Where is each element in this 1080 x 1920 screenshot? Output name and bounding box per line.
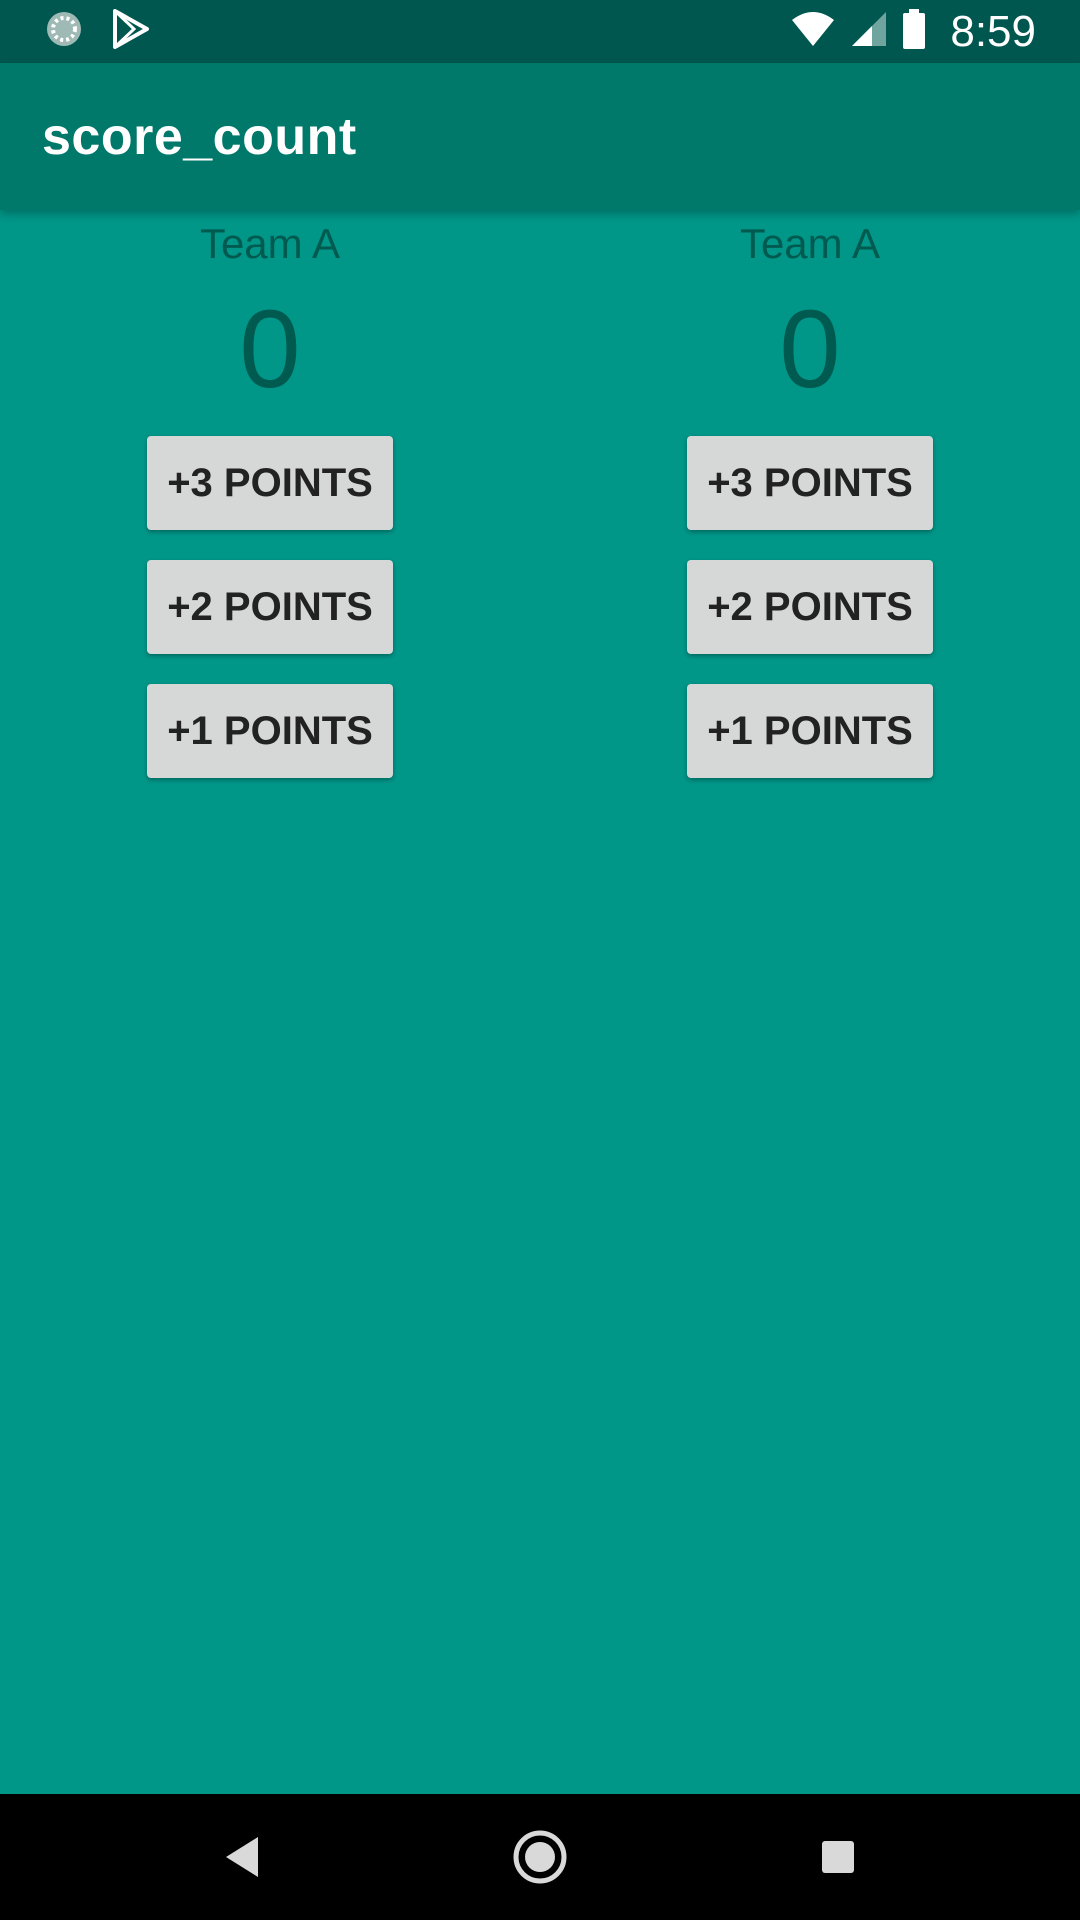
- navigation-bar: [0, 1794, 1080, 1920]
- team-name: Team A: [199, 220, 341, 267]
- score-content: Team A 0 +3 POINTS +2 POINTS +1 POINTS T…: [0, 210, 1080, 1794]
- loading-icon: [44, 9, 84, 54]
- plus-1-points-button[interactable]: +1 POINTS: [147, 684, 393, 778]
- clock: 8:59: [950, 6, 1036, 56]
- back-icon[interactable]: [212, 1827, 272, 1887]
- plus-3-points-button[interactable]: +3 POINTS: [687, 436, 933, 530]
- plus-3-points-button[interactable]: +3 POINTS: [147, 436, 393, 530]
- team-column-left: Team A 0 +3 POINTS +2 POINTS +1 POINTS: [0, 210, 540, 1794]
- plus-2-points-button[interactable]: +2 POINTS: [687, 560, 933, 654]
- app-title: score_count: [42, 108, 357, 166]
- plus-2-points-button[interactable]: +2 POINTS: [147, 560, 393, 654]
- play-store-icon: [112, 8, 150, 54]
- team-score: 0: [239, 288, 301, 411]
- recents-icon[interactable]: [808, 1827, 868, 1887]
- signal-icon: [850, 10, 888, 53]
- team-column-right: Team A 0 +3 POINTS +2 POINTS +1 POINTS: [540, 210, 1080, 1794]
- app-bar: score_count: [0, 63, 1080, 210]
- team-score: 0: [779, 288, 841, 411]
- status-bar: 8:59: [0, 0, 1080, 63]
- wifi-icon: [790, 10, 836, 53]
- status-right-icons: 8:59: [790, 0, 1036, 63]
- battery-icon: [902, 9, 926, 54]
- home-icon[interactable]: [510, 1827, 570, 1887]
- status-left-icons: [44, 8, 150, 54]
- team-name: Team A: [739, 220, 881, 267]
- plus-1-points-button[interactable]: +1 POINTS: [687, 684, 933, 778]
